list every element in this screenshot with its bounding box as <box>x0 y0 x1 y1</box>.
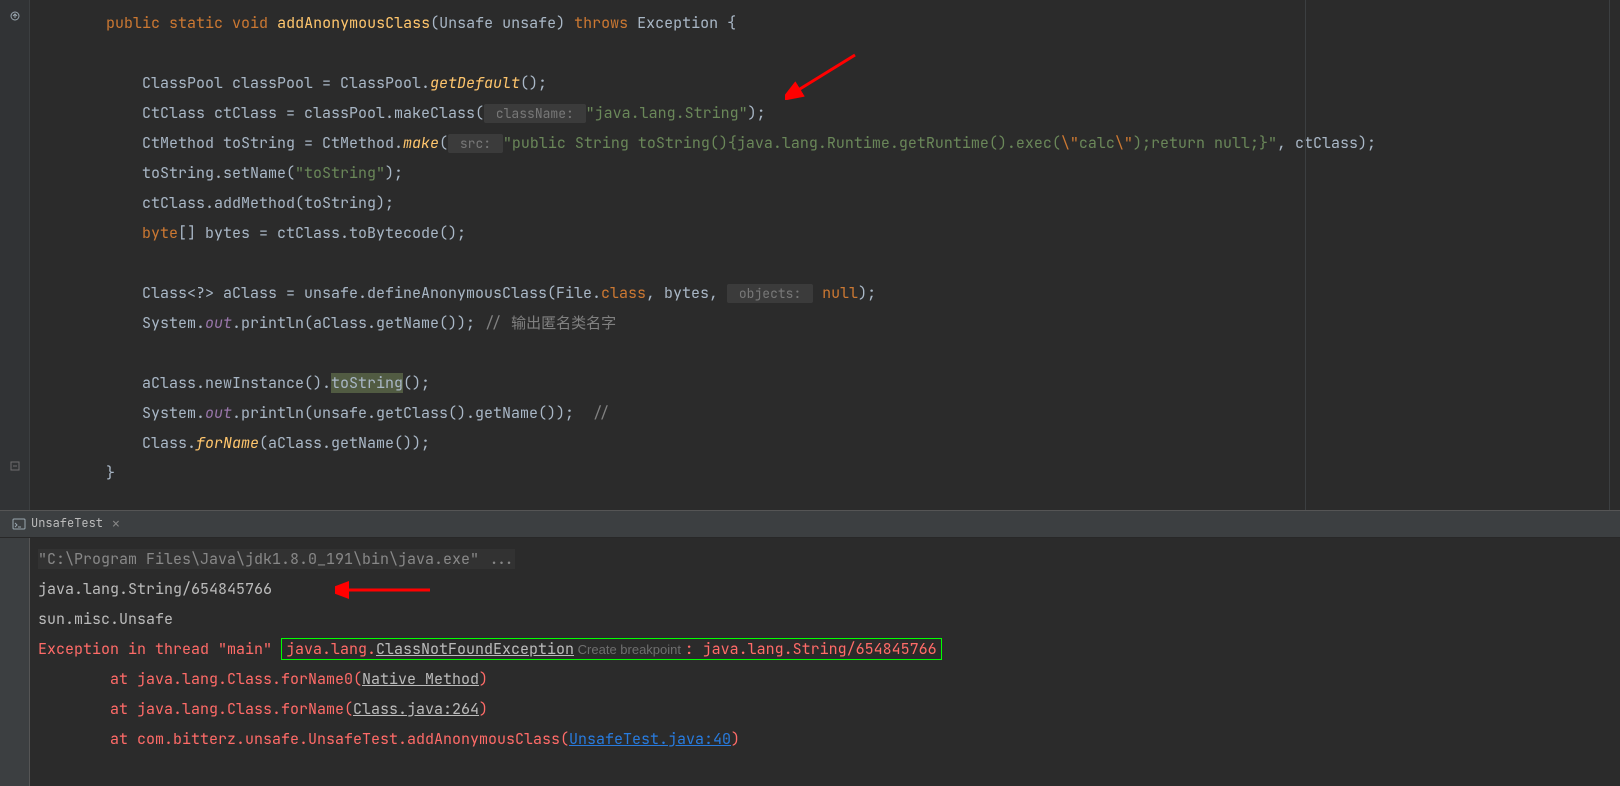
console-line[interactable]: Exception in thread "main" java.lang.Cla… <box>38 634 1612 664</box>
editor-panel[interactable]: public static void addAnonymousClass(Uns… <box>0 0 1620 510</box>
console-panel: "C:\Program Files\Java\jdk1.8.0_191\bin\… <box>0 538 1620 786</box>
code-line[interactable]: byte[] bytes = ctClass.toBytecode(); <box>70 218 1600 248</box>
console-output[interactable]: "C:\Program Files\Java\jdk1.8.0_191\bin\… <box>30 538 1620 786</box>
code-line[interactable]: ClassPool classPool = ClassPool.getDefau… <box>70 68 1600 98</box>
code-line[interactable]: } <box>70 458 1600 488</box>
ide-root: public static void addAnonymousClass(Uns… <box>0 0 1620 786</box>
code-line[interactable]: CtClass ctClass = classPool.makeClass( c… <box>70 98 1600 128</box>
gutter-collapse-icon[interactable] <box>9 460 21 472</box>
code-line[interactable]: System.out.println(unsafe.getClass().get… <box>70 398 1600 428</box>
console-line[interactable]: at com.bitterz.unsafe.UnsafeTest.addAnon… <box>38 724 1612 754</box>
code-line[interactable]: ctClass.addMethod(toString); <box>70 188 1600 218</box>
code-line[interactable]: Class.forName(aClass.getName()); <box>70 428 1600 458</box>
code-line[interactable]: public static void addAnonymousClass(Uns… <box>70 8 1600 38</box>
stacktrace-link[interactable]: Native Method <box>362 669 479 689</box>
code-line[interactable] <box>70 38 1600 68</box>
gutter-override-up-icon[interactable] <box>9 10 21 22</box>
stacktrace-link[interactable]: Class.java:264 <box>353 699 479 719</box>
console-line[interactable]: java.lang.String/654845766 <box>38 574 1612 604</box>
code-area[interactable]: public static void addAnonymousClass(Uns… <box>30 0 1620 510</box>
console-tab-label: UnsafeTest <box>31 514 103 533</box>
console-line[interactable]: "C:\Program Files\Java\jdk1.8.0_191\bin\… <box>38 544 1612 574</box>
console-toolbar[interactable] <box>0 538 30 786</box>
console-line[interactable]: at java.lang.Class.forName(Class.java:26… <box>38 694 1612 724</box>
code-line[interactable]: toString.setName("toString"); <box>70 158 1600 188</box>
code-line[interactable]: CtMethod toString = CtMethod.make( src: … <box>70 128 1600 158</box>
console-line[interactable]: sun.misc.Unsafe <box>38 604 1612 634</box>
editor-right-edge <box>1609 0 1610 510</box>
console-tab-bar: UnsafeTest ✕ <box>0 510 1620 538</box>
console-tab-unsafetest[interactable]: UnsafeTest ✕ <box>6 511 126 537</box>
code-line[interactable]: System.out.println(aClass.getName()); //… <box>70 308 1600 338</box>
editor-margin-line <box>1305 0 1306 510</box>
code-line[interactable]: Class<?> aClass = unsafe.defineAnonymous… <box>70 278 1600 308</box>
code-line[interactable]: aClass.newInstance().toString(); <box>70 368 1600 398</box>
editor-gutter[interactable] <box>0 0 30 510</box>
close-tab-icon[interactable]: ✕ <box>112 514 120 535</box>
code-line[interactable] <box>70 248 1600 278</box>
code-line[interactable] <box>70 338 1600 368</box>
terminal-icon <box>12 517 26 531</box>
console-line[interactable]: at java.lang.Class.forName0(Native Metho… <box>38 664 1612 694</box>
stacktrace-link[interactable]: UnsafeTest.java:40 <box>569 729 731 749</box>
